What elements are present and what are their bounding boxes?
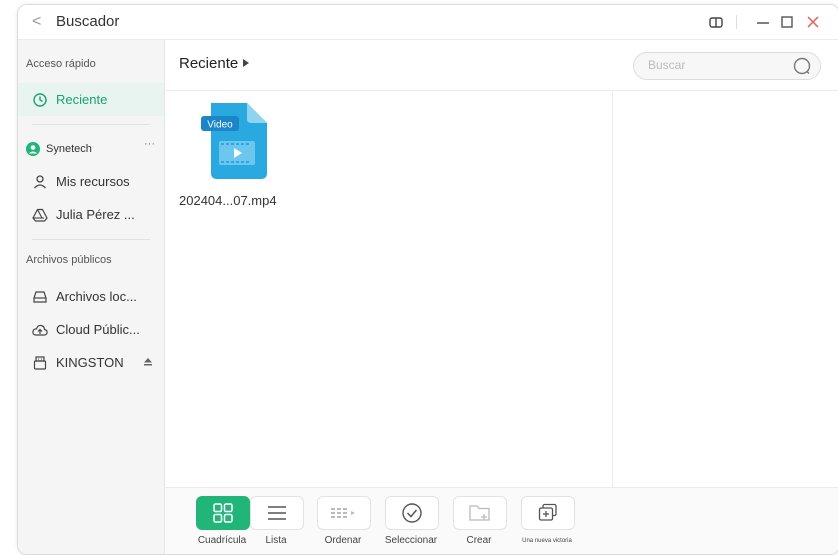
file-name: 202404...07.mp4 [179,193,277,208]
sidebar-item-my-resources[interactable]: Mis recursos [18,165,164,198]
list-view-label: Lista [265,535,287,546]
public-files-heading: Archivos públicos [26,254,112,266]
clock-icon [33,92,47,107]
back-button[interactable]: < [32,13,41,31]
list-icon [268,506,286,520]
new-window-button[interactable] [521,496,575,530]
window-title: Buscador [56,13,120,30]
close-icon[interactable] [803,12,823,32]
create-label: Crear [466,535,492,546]
sidebar-item-usb[interactable]: KINGSTON [18,346,164,379]
account-row[interactable]: Synetech ··· [18,132,164,165]
split-view-icon[interactable] [706,12,726,32]
sidebar-item-recent[interactable]: Reciente [18,83,164,116]
more-options-button[interactable]: ··· [144,138,155,150]
grid-view-button[interactable] [196,496,250,530]
cloud-upload-icon [32,324,48,336]
breadcrumb-arrow-icon[interactable] [243,59,249,67]
create-button[interactable] [453,496,507,530]
preview-pane [612,91,838,488]
sidebar: Acceso rápido Reciente Synetech ··· Mis … [18,40,165,554]
user-icon [34,174,46,188]
video-file-icon: Video [201,103,267,179]
divider [32,239,150,240]
search-box[interactable] [633,52,821,80]
new-window-label: Una nueva victoria [522,538,572,544]
sidebar-item-label: Julia Pérez ... [56,207,135,222]
maximize-icon[interactable] [777,12,797,32]
eject-icon[interactable] [143,357,153,367]
account-name: Synetech [46,142,92,155]
titlebar-divider [736,15,737,29]
bottom-toolbar: Cuadrícula Lista Ordenar Seleccionar Cre… [165,487,838,554]
sidebar-item-drive[interactable]: Julia Pérez ... [18,198,164,231]
sidebar-item-public-cloud[interactable]: Cloud Públic... [18,313,164,346]
finder-window: < Buscador Acceso rápido Reciente Synete… [17,4,838,555]
search-input[interactable] [646,57,780,73]
new-window-icon [538,503,557,521]
avatar [26,141,40,156]
divider [32,124,150,125]
usb-drive-icon [33,355,47,370]
sidebar-item-label: KINGSTON [56,355,124,370]
svg-text:Video: Video [207,120,233,131]
grid-icon [213,503,233,523]
hard-drive-icon [33,290,47,303]
google-drive-icon [32,208,48,222]
select-button[interactable] [385,496,439,530]
sidebar-item-label: Cloud Públic... [56,322,140,337]
content-header: Reciente [165,40,838,91]
sidebar-item-label: Mis recursos [56,174,130,189]
search-icon[interactable] [792,56,812,76]
sidebar-item-local-files[interactable]: Archivos loc... [18,280,164,313]
sidebar-item-label: Reciente [56,92,108,107]
file-grid: Video 202404...07.mp4 [165,91,612,488]
sort-icon [331,508,355,518]
title-bar: < Buscador [18,5,838,40]
select-label: Seleccionar [384,535,438,546]
check-circle-icon [402,503,422,523]
sort-button[interactable] [317,496,371,530]
sort-label: Ordenar [324,535,362,546]
sidebar-item-label: Archivos loc... [56,289,137,304]
breadcrumb[interactable]: Reciente [179,55,238,72]
list-view-button[interactable] [250,496,304,530]
main-area: Reciente Video [165,40,838,554]
minimize-icon[interactable] [753,12,773,32]
quick-access-heading: Acceso rápido [26,58,96,70]
new-folder-icon [469,505,490,521]
